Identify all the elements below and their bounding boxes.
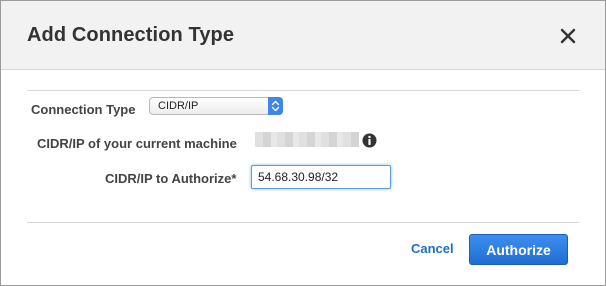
current-machine-label: CIDR/IP of your current machine bbox=[37, 136, 237, 151]
dialog-title: Add Connection Type bbox=[27, 24, 235, 46]
authorize-button[interactable]: Authorize bbox=[469, 234, 568, 265]
current-machine-ip-redacted bbox=[255, 132, 359, 147]
info-icon[interactable] bbox=[362, 133, 377, 148]
dialog-header: Add Connection Type bbox=[1, 1, 605, 70]
divider bbox=[27, 222, 579, 223]
cancel-button[interactable]: Cancel bbox=[411, 241, 454, 256]
connection-type-select[interactable]: CIDR/IP bbox=[149, 97, 283, 115]
authorize-cidr-input[interactable] bbox=[251, 165, 391, 189]
select-arrows-icon bbox=[268, 97, 283, 115]
close-icon[interactable] bbox=[557, 25, 579, 47]
divider bbox=[27, 90, 579, 91]
authorize-cidr-label: CIDR/IP to Authorize* bbox=[105, 171, 237, 186]
connection-type-label: Connection Type bbox=[31, 102, 136, 117]
connection-type-value: CIDR/IP bbox=[158, 100, 199, 112]
add-connection-type-dialog: Add Connection Type Connection Type CIDR… bbox=[0, 0, 606, 286]
